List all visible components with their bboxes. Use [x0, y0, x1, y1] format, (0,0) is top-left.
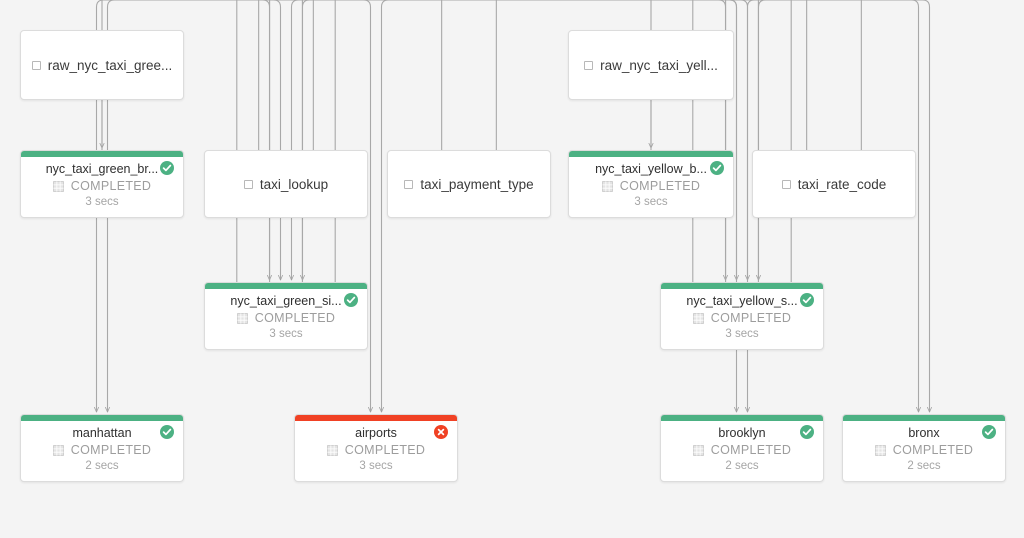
node-status-row: COMPLETED [205, 311, 367, 325]
node-status-row: COMPLETED [661, 443, 823, 457]
node-label: airports [355, 426, 397, 440]
checkbox-icon [243, 179, 253, 189]
node-status-text: COMPLETED [254, 311, 336, 325]
lineage-graph-canvas[interactable]: raw_nyc_taxi_gree... raw_nyc_taxi_yell...… [0, 0, 1024, 538]
node-label: raw_nyc_taxi_yell... [600, 57, 718, 73]
node-duration-text: 3 secs [725, 328, 759, 340]
node-status-accent-bar [569, 151, 733, 157]
node-label: nyc_taxi_green_br... [45, 162, 159, 176]
node-source-row: taxi_rate_code [753, 177, 915, 192]
checkbox-icon [781, 179, 791, 189]
node-duration-text: 3 secs [634, 196, 668, 208]
node-status-accent-bar [205, 283, 367, 289]
node-status-text: COMPLETED [344, 443, 426, 457]
node-status-row: COMPLETED [295, 443, 457, 457]
node-duration-text: 2 secs [907, 460, 941, 472]
node-label: nyc_taxi_green_si... [230, 294, 342, 308]
graph-node-raw_nyc_taxi_yellow[interactable]: raw_nyc_taxi_yell... [568, 30, 734, 100]
graph-node-manhattan[interactable]: manhattan COMPLETED 2 secs [20, 414, 184, 482]
node-status-accent-bar [661, 283, 823, 289]
graph-node-nyc_taxi_yellow_b[interactable]: nyc_taxi_yellow_b... COMPLETED 3 secs [568, 150, 734, 218]
graph-edge-taxi_lookup-to-nyc_taxi_green_si [258, 0, 281, 280]
node-label: taxi_lookup [259, 176, 329, 192]
table-grid-icon [326, 444, 338, 456]
node-status-text: COMPLETED [710, 311, 792, 325]
check-circle-icon [160, 161, 174, 175]
node-label: taxi_rate_code [797, 176, 887, 192]
table-grid-icon [874, 444, 886, 456]
node-source-row: taxi_lookup [205, 177, 367, 192]
graph-edge-taxi_payment_type-to-nyc_taxi_green_si [292, 0, 443, 280]
node-status-badge[interactable] [982, 425, 996, 439]
check-circle-icon [982, 425, 996, 439]
check-circle-icon [160, 425, 174, 439]
table-grid-icon [236, 312, 248, 324]
node-status-badge[interactable] [160, 425, 174, 439]
node-status-text: COMPLETED [892, 443, 974, 457]
check-circle-icon [344, 293, 358, 307]
table-grid-icon [692, 444, 704, 456]
graph-node-airports[interactable]: airports COMPLETED 3 secs [294, 414, 458, 482]
node-status-text: COMPLETED [619, 179, 701, 193]
table-grid-icon [692, 312, 704, 324]
checkbox-icon [31, 60, 41, 70]
check-circle-icon [710, 161, 724, 175]
node-duration-text: 2 secs [85, 460, 119, 472]
node-duration-text: 3 secs [359, 460, 393, 472]
graph-node-nyc_taxi_yellow_s[interactable]: nyc_taxi_yellow_s... COMPLETED 3 secs [660, 282, 824, 350]
node-status-text: COMPLETED [70, 179, 152, 193]
node-status-row: COMPLETED [843, 443, 1005, 457]
node-status-badge[interactable] [434, 425, 448, 439]
graph-edge-taxi_rate_code-to-nyc_taxi_yellow_s [759, 0, 862, 280]
graph-node-nyc_taxi_green_br[interactable]: nyc_taxi_green_br... COMPLETED 3 secs [20, 150, 184, 218]
node-status-accent-bar [21, 151, 183, 157]
table-grid-icon [52, 180, 64, 192]
node-duration-text: 3 secs [85, 196, 119, 208]
node-duration-text: 2 secs [725, 460, 759, 472]
node-status-badge[interactable] [710, 161, 724, 175]
node-label: nyc_taxi_yellow_b... [595, 162, 707, 176]
node-status-accent-bar [661, 415, 823, 421]
node-status-badge[interactable] [800, 425, 814, 439]
error-circle-icon [434, 425, 448, 439]
node-status-row: COMPLETED [569, 179, 733, 193]
checkbox-icon [404, 179, 414, 189]
table-grid-icon [601, 180, 613, 192]
node-status-text: COMPLETED [710, 443, 792, 457]
graph-node-nyc_taxi_green_si[interactable]: nyc_taxi_green_si... COMPLETED 3 secs [204, 282, 368, 350]
node-source-row: raw_nyc_taxi_yell... [569, 58, 733, 73]
graph-node-taxi_lookup[interactable]: taxi_lookup [204, 150, 368, 218]
node-status-accent-bar [843, 415, 1005, 421]
node-label: brooklyn [718, 426, 766, 440]
node-status-row: COMPLETED [21, 443, 183, 457]
node-status-badge[interactable] [160, 161, 174, 175]
node-label: manhattan [72, 426, 132, 440]
node-status-accent-bar [21, 415, 183, 421]
node-status-text: COMPLETED [70, 443, 152, 457]
check-circle-icon [800, 293, 814, 307]
node-status-row: COMPLETED [21, 179, 183, 193]
graph-node-bronx[interactable]: bronx COMPLETED 2 secs [842, 414, 1006, 482]
node-label: nyc_taxi_yellow_s... [686, 294, 798, 308]
node-label: taxi_payment_type [420, 176, 534, 192]
graph-node-taxi_payment_type[interactable]: taxi_payment_type [387, 150, 551, 218]
checkbox-icon [584, 60, 594, 70]
node-status-row: COMPLETED [661, 311, 823, 325]
node-status-accent-bar [295, 415, 457, 421]
node-source-row: raw_nyc_taxi_gree... [21, 58, 183, 73]
check-circle-icon [800, 425, 814, 439]
node-label: raw_nyc_taxi_gree... [47, 57, 173, 73]
node-status-badge[interactable] [800, 293, 814, 307]
graph-node-raw_nyc_taxi_green[interactable]: raw_nyc_taxi_gree... [20, 30, 184, 100]
node-duration-text: 3 secs [269, 328, 303, 340]
graph-node-taxi_rate_code[interactable]: taxi_rate_code [752, 150, 916, 218]
node-label: bronx [908, 426, 940, 440]
table-grid-icon [52, 444, 64, 456]
node-status-badge[interactable] [344, 293, 358, 307]
node-source-row: taxi_payment_type [388, 177, 550, 192]
graph-node-brooklyn[interactable]: brooklyn COMPLETED 2 secs [660, 414, 824, 482]
